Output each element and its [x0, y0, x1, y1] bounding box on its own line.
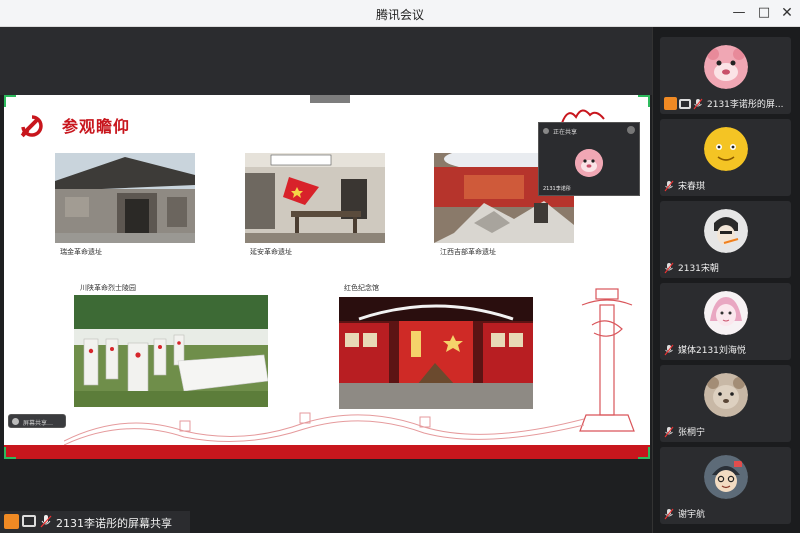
screen-share-area: 参观瞻仰 瑞金革命遗址 延安革命遗址 江西吉部革命遗址 川陕革命烈士陵园 红色纪… [0, 27, 652, 533]
photo-caption: 川陕革命烈士陵园 [80, 284, 136, 292]
participant-name: 2131李诺彤的屏... [707, 100, 784, 110]
host-user-icon [664, 97, 677, 110]
share-status-bar: 2131李诺彤的屏幕共享 [0, 511, 190, 533]
floating-panel-title: 正在共享 [553, 129, 578, 136]
participant-tile[interactable]: 张桐宁 [660, 365, 791, 442]
participant-name: 宋春琪 [678, 182, 706, 192]
host-user-icon [4, 514, 19, 529]
floating-panel-name: 2131李诺彤 [543, 186, 571, 192]
decorative-great-wall-icon [64, 412, 584, 445]
photo-ruijin [55, 153, 195, 243]
close-icon[interactable] [627, 126, 635, 134]
status-dot-icon [543, 128, 549, 134]
floating-share-panel[interactable]: 正在共享 2131李诺彤 [538, 122, 640, 196]
mini-control-label: 屏幕共享… [23, 420, 54, 427]
participant-label: 谢宇航 [664, 507, 705, 520]
microphone-muted-icon [664, 262, 674, 273]
screen-share-icon [12, 418, 19, 425]
minimize-icon[interactable]: — [730, 4, 748, 22]
participant-name: 媒体2131刘海悦 [678, 346, 746, 356]
yellow-cartoon-avatar [704, 127, 748, 171]
photo-cemetery [74, 295, 268, 407]
photo-caption: 红色纪念馆 [344, 284, 379, 292]
title-bar: 腾讯会议 — □ ✕ [0, 0, 800, 27]
participant-sidebar: 2131李诺彤的屏... 宋春琪 2131宋朝 媒体2131刘海悦 张桐宁 谢宇… [652, 27, 800, 533]
microphone-muted-icon [664, 344, 674, 355]
top-strip [0, 27, 652, 95]
share-frame-corner [4, 95, 16, 107]
share-frame-corner [4, 447, 16, 459]
participant-tile[interactable]: 宋春琪 [660, 119, 791, 196]
window-title: 腾讯会议 [375, 8, 424, 22]
photo-caption: 延安革命遗址 [250, 248, 292, 256]
close-icon[interactable]: ✕ [778, 4, 796, 22]
bear-avatar [704, 373, 748, 417]
participant-label: 宋春琪 [664, 179, 705, 192]
cartoon-boy-avatar [704, 455, 748, 499]
participant-label: 媒体2131刘海悦 [664, 343, 746, 356]
pink-character-avatar [704, 291, 748, 335]
photo-yanan [245, 153, 385, 243]
screen-share-icon [679, 98, 691, 109]
participant-label: 张桐宁 [664, 425, 705, 438]
microphone-muted-icon [664, 180, 674, 191]
party-emblem-icon [20, 115, 43, 138]
photo-caption: 瑞金革命遗址 [60, 248, 102, 256]
participant-name: 2131宋朝 [678, 264, 719, 274]
share-frame-corner [638, 447, 650, 459]
participant-tile[interactable]: 2131李诺彤的屏... [660, 37, 791, 114]
mini-share-control[interactable]: 屏幕共享… [8, 414, 66, 428]
sketch-avatar [704, 209, 748, 253]
slide-title: 参观瞻仰 [62, 117, 131, 136]
slide-footer-bar [4, 445, 650, 459]
pink-cartoon-avatar [704, 45, 748, 89]
participant-name: 张桐宁 [678, 428, 706, 438]
screen-share-icon [22, 515, 36, 527]
participant-name: 谢宇航 [678, 510, 706, 520]
share-indicator-tag [310, 95, 350, 103]
share-status-text: 2131李诺彤的屏幕共享 [56, 517, 172, 530]
participant-tile[interactable]: 谢宇航 [660, 447, 791, 524]
share-frame-corner [638, 95, 650, 107]
meeting-window: 腾讯会议 — □ ✕ 参观瞻仰 瑞金革命遗址 延安革命遗址 江西吉部革命遗址 川… [0, 0, 800, 533]
microphone-muted-icon [664, 508, 674, 519]
photo-caption: 江西吉部革命遗址 [440, 248, 496, 256]
microphone-muted-icon [693, 98, 703, 109]
microphone-muted-icon [664, 426, 674, 437]
pink-cartoon-avatar [575, 149, 603, 177]
participant-label: 2131宋朝 [664, 261, 719, 274]
participant-label: 2131李诺彤的屏... [664, 97, 784, 110]
maximize-icon[interactable]: □ [755, 4, 773, 22]
photo-memorial-hall [339, 297, 533, 409]
participant-tile[interactable]: 2131宋朝 [660, 201, 791, 278]
participant-tile[interactable]: 媒体2131刘海悦 [660, 283, 791, 360]
microphone-icon [40, 515, 52, 528]
